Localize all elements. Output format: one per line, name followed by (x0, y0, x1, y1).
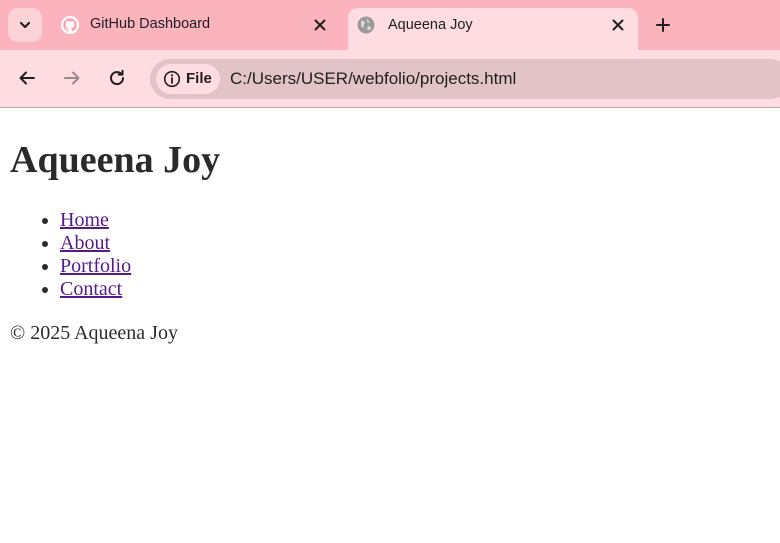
close-tab-icon[interactable] (309, 14, 331, 36)
tab-aqueena-joy[interactable]: Aqueena Joy (348, 8, 638, 50)
security-label: File (186, 70, 212, 87)
page-content: Aqueena Joy Home About Portfolio Contact… (0, 109, 780, 543)
tab-title: Aqueena Joy (388, 17, 473, 33)
arrow-left-icon (19, 71, 35, 85)
tab-title: GitHub Dashboard (90, 16, 211, 32)
nav-item-contact: Contact (60, 278, 131, 301)
info-icon (163, 70, 181, 88)
browser-toolbar: File C:/Users/USER/webfolio/projects.htm… (0, 50, 780, 108)
nav-link-home[interactable]: Home (60, 209, 109, 231)
address-bar[interactable]: File C:/Users/USER/webfolio/projects.htm… (150, 59, 780, 99)
github-icon (60, 15, 80, 35)
nav-item-portfolio: Portfolio (60, 255, 131, 278)
reload-icon (110, 69, 125, 86)
page-title: Aqueena Joy (10, 139, 221, 181)
footer-copyright: © 2025 Aqueena Joy (10, 322, 178, 344)
tab-strip: GitHub Dashboard Aqueena Joy (0, 0, 780, 50)
globe-icon (356, 15, 376, 35)
plus-icon (656, 18, 670, 32)
site-nav: Home About Portfolio Contact (10, 209, 131, 301)
new-tab-button[interactable] (650, 12, 676, 38)
chevron-down-icon (19, 21, 31, 29)
forward-button[interactable] (58, 64, 86, 92)
nav-item-home: Home (60, 209, 131, 232)
back-button[interactable] (13, 64, 41, 92)
arrow-right-icon (64, 71, 80, 85)
tab-search-button[interactable] (8, 8, 42, 42)
close-tab-icon[interactable] (607, 14, 629, 36)
tab-github-dashboard[interactable]: GitHub Dashboard (48, 0, 338, 50)
reload-button[interactable] (103, 64, 131, 92)
nav-link-about[interactable]: About (60, 232, 110, 254)
url-text[interactable]: C:/Users/USER/webfolio/projects.html (230, 69, 516, 89)
nav-link-portfolio[interactable]: Portfolio (60, 255, 131, 277)
site-info-button[interactable]: File (156, 64, 220, 94)
nav-link-contact[interactable]: Contact (60, 278, 122, 300)
nav-item-about: About (60, 232, 131, 255)
